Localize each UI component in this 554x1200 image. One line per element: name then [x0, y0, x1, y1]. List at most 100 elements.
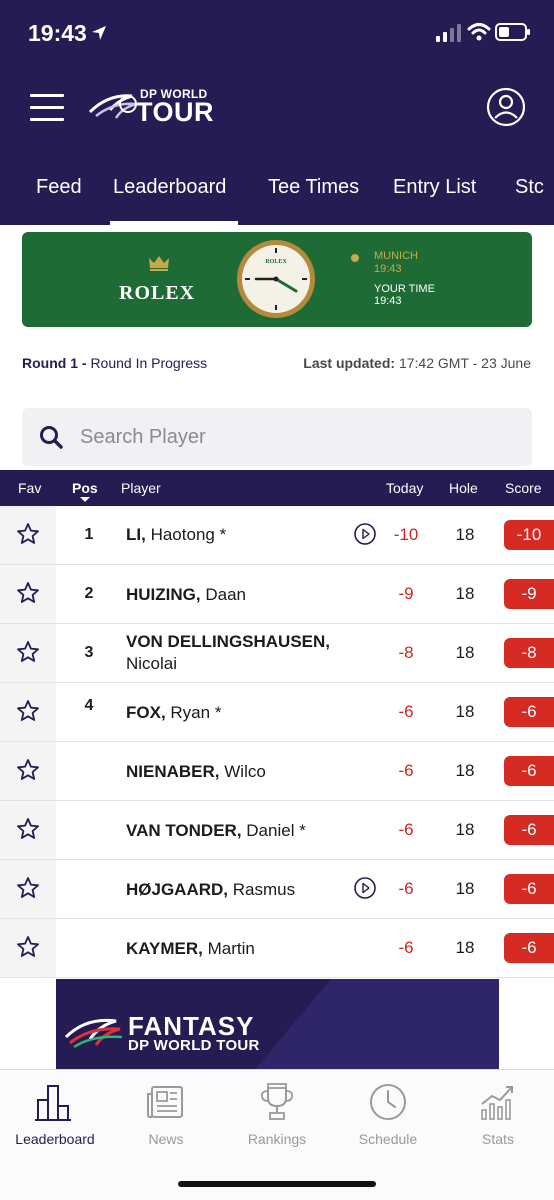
tab-entry-list[interactable]: Entry List — [393, 176, 476, 199]
total-score-badge: -6 — [504, 933, 554, 963]
hole: 18 — [455, 820, 475, 839]
player-last-name: LI, — [126, 525, 146, 544]
favorite-star-icon[interactable] — [16, 699, 40, 723]
total-score-badge: -9 — [504, 579, 554, 609]
nav-stats[interactable]: Stats — [443, 1070, 553, 1160]
player-last-name: FOX, — [126, 703, 166, 722]
player-name[interactable]: HØJGAARD, Rasmus — [126, 879, 295, 901]
nav-label: Stats — [482, 1131, 514, 1147]
favorite-star-icon[interactable] — [16, 876, 40, 900]
profile-icon[interactable] — [486, 87, 526, 127]
col-pos[interactable]: Pos — [72, 480, 98, 496]
fantasy-subtitle: DP WORLD TOUR — [128, 1037, 260, 1054]
favorite-star-icon[interactable] — [16, 817, 40, 841]
position: 4 — [84, 697, 94, 714]
player-last-name: VON DELLINGSHAUSEN, — [126, 632, 331, 651]
position: 2 — [84, 585, 94, 602]
fav-cell — [0, 565, 56, 623]
player-first-name: Haotong — [150, 525, 215, 544]
search-input[interactable] — [80, 408, 510, 466]
col-hole[interactable]: Hole — [449, 480, 478, 496]
player-name[interactable]: FOX, Ryan * — [126, 702, 221, 724]
logo-text-bottom: TOUR — [136, 97, 215, 127]
nav-news[interactable]: News — [111, 1070, 221, 1160]
fav-cell — [0, 860, 56, 918]
col-player[interactable]: Player — [121, 480, 161, 496]
tab-stats-partial[interactable]: Stc — [515, 176, 544, 199]
round-label: Round 1 - — [22, 355, 87, 371]
hole: 18 — [455, 761, 475, 780]
tour-swoosh-icon — [64, 1018, 123, 1049]
player-last-name: HØJGAARD, — [126, 880, 229, 899]
table-row[interactable]: 1 LI, Haotong * -10 18 -10 — [0, 506, 554, 565]
sort-desc-icon — [80, 497, 90, 502]
player-name[interactable]: HUIZING, Daan — [126, 584, 246, 606]
total-score-badge: -6 — [504, 874, 554, 904]
total-score-badge: -6 — [504, 697, 554, 727]
player-name[interactable]: LI, Haotong * — [126, 524, 226, 546]
table-row[interactable]: 4 FOX, Ryan * -6 18 -6 — [0, 683, 554, 742]
wifi-icon — [467, 23, 491, 41]
hamburger-menu-button[interactable] — [30, 94, 64, 122]
col-today[interactable]: Today — [386, 480, 423, 496]
menu-line — [30, 118, 64, 121]
player-first-name: Wilco — [224, 762, 266, 781]
rolex-clock-icon: ROLEX — [237, 240, 315, 318]
table-row[interactable]: HØJGAARD, Rasmus -6 18 -6 — [0, 860, 554, 919]
player-name[interactable]: VON DELLINGSHAUSEN, Nicolai — [126, 631, 330, 675]
rolex-clock-banner[interactable]: ROLEX ROLEX MUNICH 19:43 YOUR TIME 19:43 — [22, 232, 532, 327]
table-row[interactable]: VAN TONDER, Daniel * -6 18 -6 — [0, 801, 554, 860]
video-play-icon[interactable] — [354, 523, 376, 545]
fav-cell — [0, 919, 56, 977]
tour-swoosh-icon — [88, 94, 137, 119]
home-indicator[interactable] — [178, 1181, 376, 1187]
player-first-name: Ryan — [170, 703, 211, 722]
hole: 18 — [455, 879, 475, 898]
last-updated: Last updated: 17:42 GMT - 23 June — [303, 355, 531, 371]
trophy-icon — [260, 1083, 294, 1120]
your-time-value: 19:43 — [374, 295, 402, 307]
today-score: -6 — [398, 938, 414, 957]
favorite-star-icon[interactable] — [16, 935, 40, 959]
tab-feed[interactable]: Feed — [36, 176, 82, 199]
table-row[interactable]: NIENABER, Wilco -6 18 -6 — [0, 742, 554, 801]
today-score: -6 — [398, 820, 414, 839]
player-marker: * — [210, 703, 222, 722]
table-row[interactable]: 2 HUIZING, Daan -9 18 -9 — [0, 565, 554, 624]
table-row[interactable]: 3 VON DELLINGSHAUSEN, Nicolai -8 18 -8 — [0, 624, 554, 683]
fantasy-ad-banner[interactable]: FANTASY DP WORLD TOUR — [56, 979, 499, 1069]
dp-world-tour-logo[interactable]: DP WORLD TOUR — [88, 84, 218, 128]
player-name[interactable]: VAN TONDER, Daniel * — [126, 820, 306, 842]
nav-label: Rankings — [247, 1131, 307, 1147]
nav-label: Leaderboard — [15, 1131, 95, 1147]
player-name[interactable]: KAYMER, Martin — [126, 938, 255, 960]
active-tab-indicator — [110, 221, 238, 225]
event-tabs: Feed Leaderboard Tee Times Entry List St… — [0, 166, 554, 225]
today-score: -6 — [398, 879, 414, 898]
tab-leaderboard[interactable]: Leaderboard — [113, 176, 226, 199]
today-score: -9 — [398, 584, 414, 603]
player-name[interactable]: NIENABER, Wilco — [126, 761, 266, 783]
leaderboard-icon — [35, 1085, 71, 1121]
col-fav[interactable]: Fav — [18, 480, 41, 496]
nav-leaderboard[interactable]: Leaderboard — [0, 1070, 110, 1160]
nav-label: News — [148, 1131, 184, 1147]
table-row[interactable]: KAYMER, Martin -6 18 -6 — [0, 919, 554, 978]
player-first-name: Rasmus — [232, 880, 296, 899]
nav-rankings[interactable]: Rankings — [222, 1070, 332, 1160]
today-score: -8 — [398, 643, 414, 662]
player-search-box[interactable] — [22, 408, 532, 466]
favorite-star-icon[interactable] — [16, 522, 40, 546]
total-score-badge: -8 — [504, 638, 554, 668]
nav-schedule[interactable]: Schedule — [333, 1070, 443, 1160]
favorite-star-icon[interactable] — [16, 581, 40, 605]
signal-icon — [436, 24, 461, 42]
video-play-icon[interactable] — [354, 877, 376, 899]
fav-cell — [0, 683, 56, 741]
last-updated-value: 17:42 GMT - 23 June — [398, 355, 531, 371]
col-score[interactable]: Score — [505, 480, 542, 496]
tab-tee-times[interactable]: Tee Times — [268, 176, 359, 199]
favorite-star-icon[interactable] — [16, 640, 40, 664]
favorite-star-icon[interactable] — [16, 758, 40, 782]
player-last-name: VAN TONDER, — [126, 821, 242, 840]
